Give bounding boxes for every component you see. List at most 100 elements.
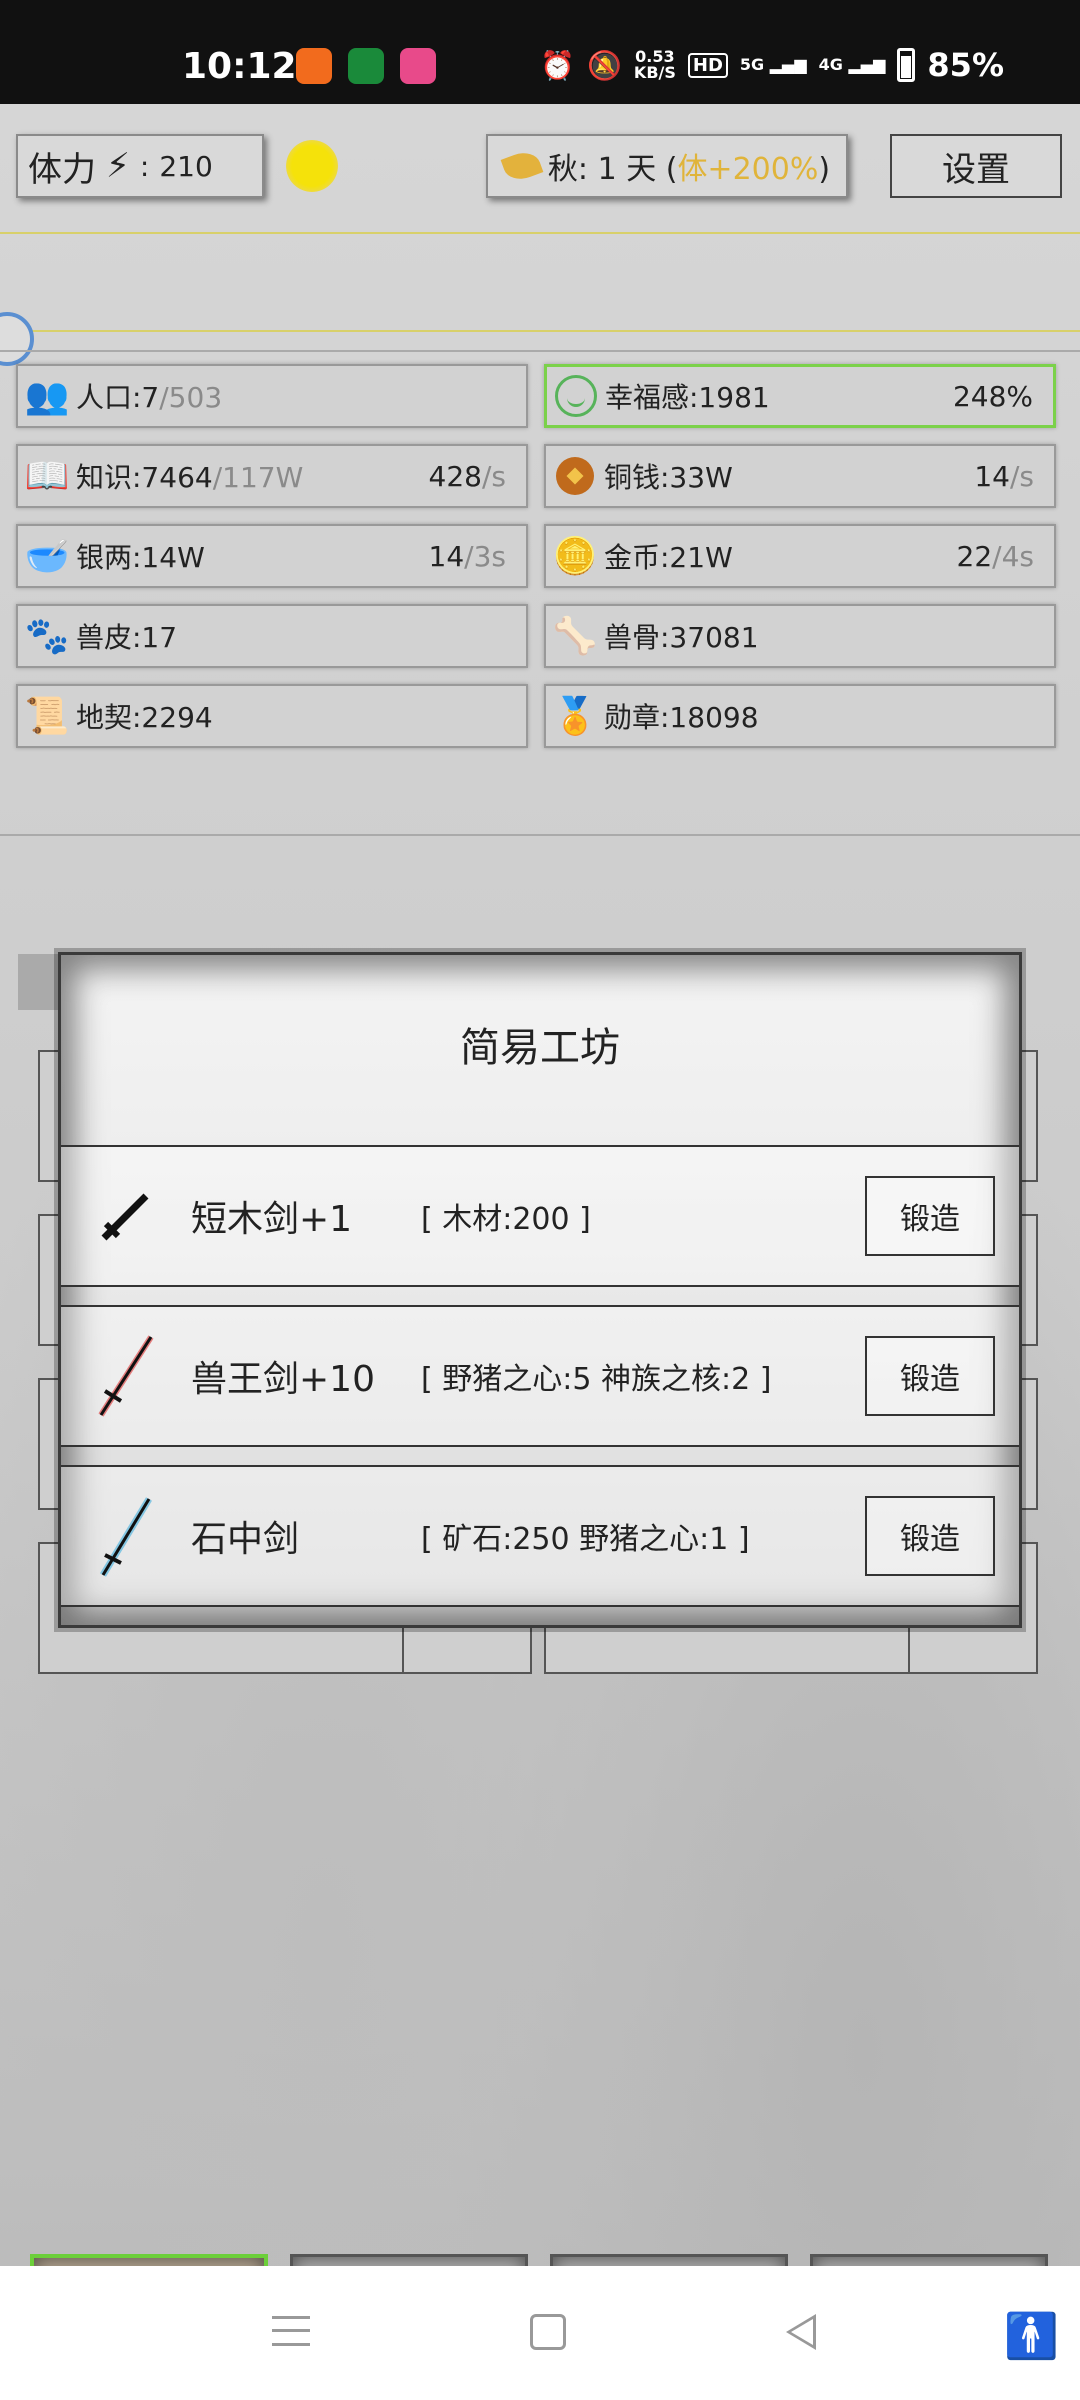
recipe-requirements: [ 木材:200 ] bbox=[421, 1202, 591, 1237]
oppo-store-icon bbox=[348, 48, 384, 84]
hide-icon: 🐾 bbox=[24, 616, 70, 657]
resource-population: 👥 人口:7/503 bbox=[16, 364, 528, 428]
recipe-name: 石中剑 bbox=[191, 1519, 300, 1560]
resource-main-text: 兽皮:17 bbox=[76, 621, 178, 654]
recipe-requirements: [ 矿石:250 野猪之心:1 ] bbox=[421, 1522, 750, 1557]
smile-icon bbox=[547, 375, 605, 417]
workshop-modal: 简易工坊 短木剑+1 [ 木材:200 ] 锻造 兽王剑+10 [ 野猪之心:5… bbox=[58, 952, 1022, 1628]
recipe-row: 石中剑 [ 矿石:250 野猪之心:1 ] 锻造 bbox=[61, 1465, 1019, 1607]
battery-icon bbox=[897, 48, 916, 82]
book-icon: 📖 bbox=[24, 456, 70, 497]
resource-main-text: 人口:7 bbox=[76, 381, 160, 414]
resource-cap: /503 bbox=[159, 381, 223, 414]
app-notification-icon bbox=[296, 48, 332, 84]
mute-icon: 🔕 bbox=[587, 48, 622, 82]
game-area: 体力 ⚡ : 210 秋: 1 天 (体+200%) 设置 👥 人口:7/503… bbox=[0, 104, 1080, 2348]
recipe-row: 兽王剑+10 [ 野猪之心:5 神族之核:2 ] 锻造 bbox=[61, 1305, 1019, 1447]
network-5g-label: 5G bbox=[739, 55, 765, 74]
bone-icon: 🦴 bbox=[552, 616, 598, 657]
resource-rate-unit: /s bbox=[481, 459, 506, 493]
red-sword-icon bbox=[61, 1331, 191, 1421]
resource-knowledge: 📖 知识:7464/117W 428/s bbox=[16, 444, 528, 508]
status-time: 10:12 bbox=[182, 46, 297, 87]
stamina-panel: 体力 ⚡ : 210 bbox=[16, 134, 264, 198]
net-speed: 0.53 KB/S bbox=[634, 49, 676, 81]
resource-main-text: 地契:2294 bbox=[76, 701, 213, 734]
side-tab-handle[interactable] bbox=[18, 954, 58, 1010]
signal-5g-icon: 5G ▂▄▆ bbox=[739, 55, 807, 74]
blue-sword-icon bbox=[61, 1491, 191, 1581]
resource-bone: 🦴 兽骨:37081 bbox=[544, 604, 1056, 668]
season-text: 秋: 1 天 (体+200%) bbox=[548, 144, 830, 188]
back-icon[interactable] bbox=[786, 2314, 816, 2350]
copper-coin-icon bbox=[546, 457, 604, 495]
black-sword-icon bbox=[61, 1186, 191, 1246]
signal-4g-icon: 4G ▂▄▆ bbox=[818, 55, 886, 74]
recipe-row: 短木剑+1 [ 木材:200 ] 锻造 bbox=[61, 1145, 1019, 1287]
resource-rate-unit: /4s bbox=[992, 539, 1034, 573]
gold-coin-icon: 🪙 bbox=[552, 536, 598, 577]
net-speed-unit: KB/S bbox=[633, 63, 676, 82]
event-banner bbox=[0, 232, 1080, 332]
resource-rate-value: 14 bbox=[428, 539, 465, 573]
resource-happiness: 幸福感:1981 248% bbox=[544, 364, 1056, 428]
network-4g-label: 4G bbox=[818, 55, 843, 74]
forge-button[interactable]: 锻造 bbox=[865, 1336, 995, 1416]
resource-value: 知识:7464/117W bbox=[76, 456, 429, 496]
settings-button[interactable]: 设置 bbox=[890, 134, 1062, 198]
season-panel: 秋: 1 天 (体+200%) bbox=[486, 134, 848, 198]
resource-main-text: 兽骨:37081 bbox=[604, 621, 759, 654]
silver-ingot-icon: 🥣 bbox=[24, 536, 70, 577]
game-center-icon bbox=[400, 48, 436, 84]
season-label: 秋: 1 天 ( bbox=[547, 152, 678, 187]
status-right: ⏰ 🔕 0.53 KB/S HD 5G ▂▄▆ 4G ▂▄▆ 85% bbox=[540, 46, 1004, 84]
resource-silver: 🥣 银两:14W 14/3s bbox=[16, 524, 528, 588]
forge-button[interactable]: 锻造 bbox=[865, 1176, 995, 1256]
resource-rate: 14/3s bbox=[429, 540, 526, 573]
resource-main-text: 银两:14W bbox=[76, 541, 205, 574]
resource-value: 人口:7/503 bbox=[76, 376, 526, 416]
resource-gold: 🪙 金币:21W 22/4s bbox=[544, 524, 1056, 588]
resource-rate: 22/4s bbox=[957, 540, 1054, 573]
stamina-separator: : bbox=[139, 149, 150, 183]
resource-rate-unit: /3s bbox=[464, 539, 506, 573]
resource-rate: 14/s bbox=[974, 460, 1054, 493]
hd-icon: HD bbox=[687, 52, 728, 78]
forge-button[interactable]: 锻造 bbox=[865, 1496, 995, 1576]
recipe-requirements: [ 野猪之心:5 神族之核:2 ] bbox=[421, 1362, 772, 1397]
resource-rate: 428/s bbox=[429, 460, 526, 493]
system-nav-bar: 🚹 bbox=[0, 2266, 1080, 2400]
resource-cap: /117W bbox=[212, 461, 304, 494]
recipe-name: 短木剑+1 bbox=[191, 1199, 353, 1240]
people-icon: 👥 bbox=[24, 376, 70, 417]
notification-icons bbox=[296, 48, 436, 84]
alarm-icon: ⏰ bbox=[540, 48, 576, 82]
resource-main-text: 金币:21W bbox=[604, 541, 733, 574]
resource-copper: 铜钱:33W 14/s bbox=[544, 444, 1056, 508]
recipe-name: 兽王剑+10 bbox=[191, 1359, 375, 1400]
menu-icon[interactable] bbox=[272, 2316, 310, 2346]
resource-rate-value: 22 bbox=[956, 539, 993, 573]
resource-rate: 248% bbox=[952, 379, 1033, 413]
modal-title: 简易工坊 bbox=[460, 1025, 620, 1071]
resource-rate-value: 428 bbox=[428, 459, 482, 493]
top-bar: 体力 ⚡ : 210 秋: 1 天 (体+200%) 设置 bbox=[0, 104, 1080, 224]
resource-main-text: 幸福感:1981 bbox=[605, 381, 770, 414]
resource-medal: 🏅 勋章:18098 bbox=[544, 684, 1056, 748]
status-bar: 10:12 ⏰ 🔕 0.53 KB/S HD 5G ▂▄▆ 4G ▂▄▆ 85% bbox=[0, 0, 1080, 104]
sun-icon bbox=[286, 140, 338, 192]
resources-panel: 👥 人口:7/503 幸福感:1981 248% 📖 知识:7464/117W … bbox=[0, 350, 1080, 836]
leaf-icon bbox=[500, 147, 544, 185]
resource-rate-unit: /s bbox=[1009, 459, 1034, 493]
medal-icon: 🏅 bbox=[552, 696, 598, 737]
resource-deed: 📜 地契:2294 bbox=[16, 684, 528, 748]
accessibility-icon[interactable]: 🚹 bbox=[1004, 2310, 1059, 2362]
season-close: ) bbox=[818, 152, 831, 187]
resource-main-text: 勋章:18098 bbox=[604, 701, 759, 734]
stamina-value: 210 bbox=[159, 149, 213, 183]
resource-main-text: 知识:7464 bbox=[76, 461, 213, 494]
resource-rate-value: 14 bbox=[974, 459, 1010, 493]
home-icon[interactable] bbox=[530, 2314, 566, 2350]
resource-hide: 🐾 兽皮:17 bbox=[16, 604, 528, 668]
stamina-label: 体力 bbox=[28, 149, 96, 190]
